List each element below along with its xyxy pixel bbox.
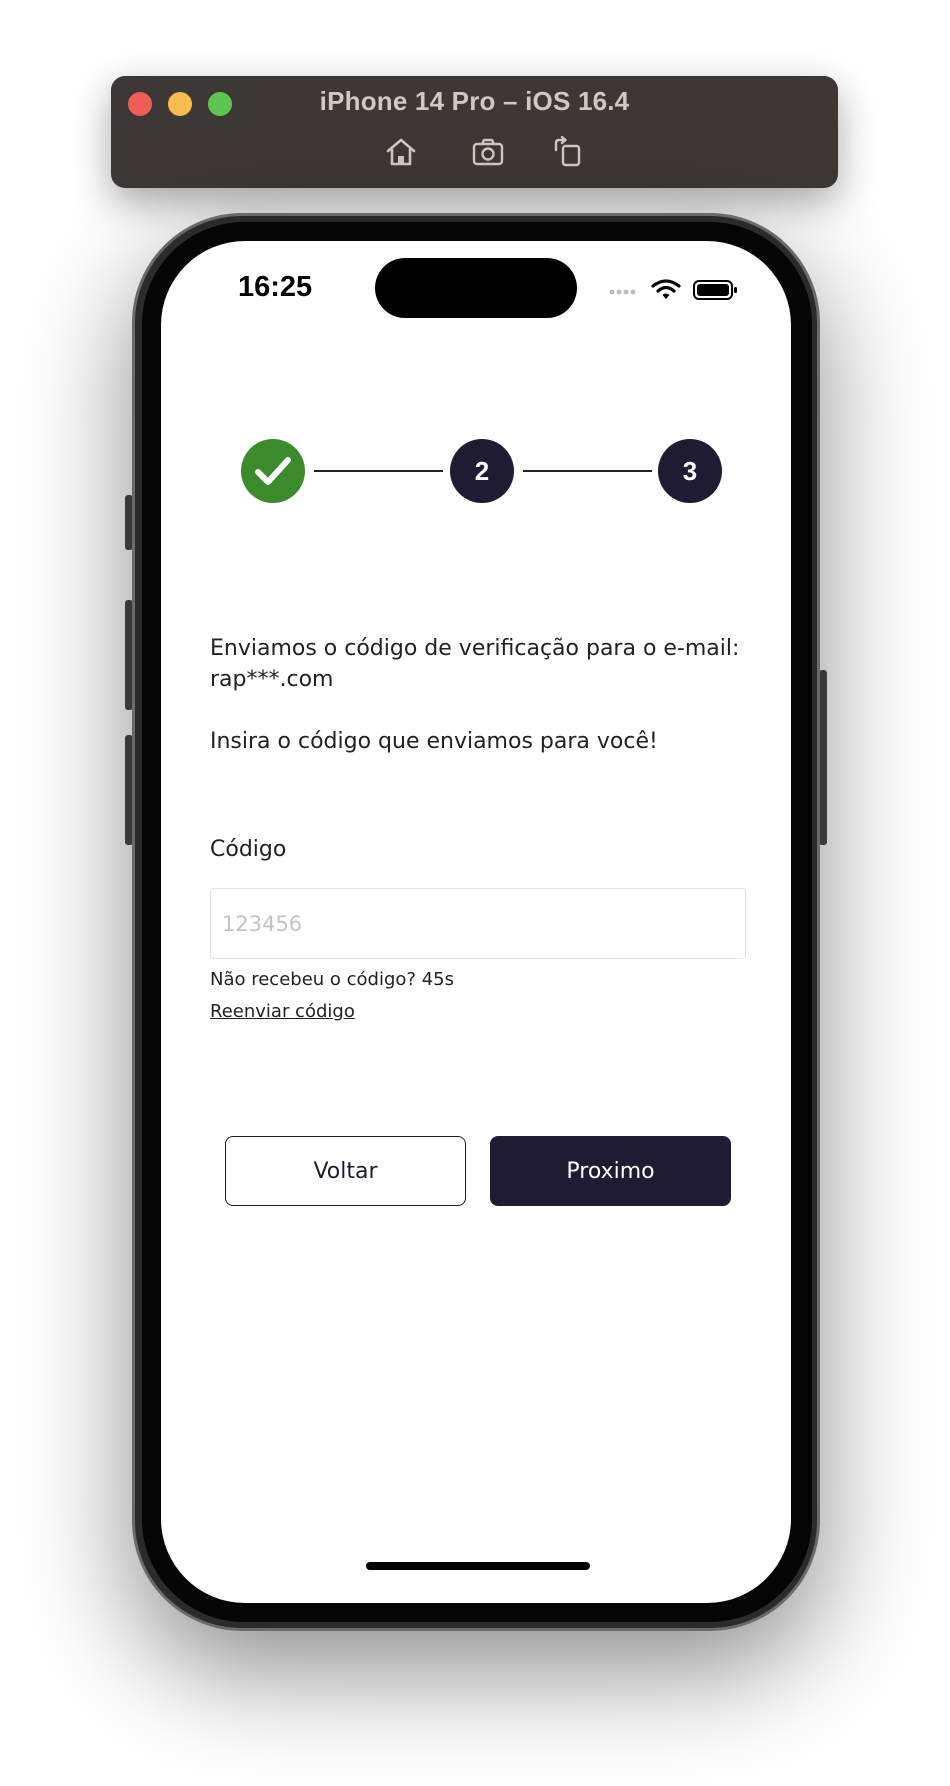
power-button: [819, 670, 827, 845]
wifi-icon: [651, 279, 681, 299]
instruction-text: Insira o código que enviamos para você!: [210, 729, 658, 754]
resend-countdown-text: Não recebeu o código? 45s: [210, 969, 454, 990]
battery-icon: [693, 280, 737, 300]
resend-code-link[interactable]: Reenviar código: [210, 1001, 355, 1022]
check-icon: [255, 457, 291, 485]
stepper-connector: [523, 470, 652, 472]
code-input[interactable]: [210, 888, 746, 959]
cellular-icon: [609, 289, 636, 295]
screenshot-icon[interactable]: [471, 136, 505, 168]
next-button[interactable]: Proximo: [490, 1136, 731, 1206]
step-3-pending: 3: [658, 439, 722, 503]
progress-stepper: 2 3: [241, 439, 727, 505]
step-2-current: 2: [450, 439, 514, 503]
code-field-label: Código: [210, 837, 287, 862]
status-time: 16:25: [238, 271, 313, 303]
verification-intro-text: Enviamos o código de verificação para o …: [210, 636, 740, 692]
simulator-title: iPhone 14 Pro – iOS 16.4: [319, 86, 630, 116]
status-icons: [609, 279, 737, 300]
dynamic-island: [375, 258, 577, 318]
home-indicator[interactable]: [366, 1562, 590, 1570]
step-1-completed: [241, 439, 305, 503]
phone-screen: 16:25 2 3 Enviamos o código de verificaç…: [161, 241, 791, 1603]
stepper-connector: [314, 470, 443, 472]
home-icon[interactable]: [384, 136, 418, 168]
back-button[interactable]: Voltar: [225, 1136, 466, 1206]
rotate-icon[interactable]: [551, 136, 585, 168]
